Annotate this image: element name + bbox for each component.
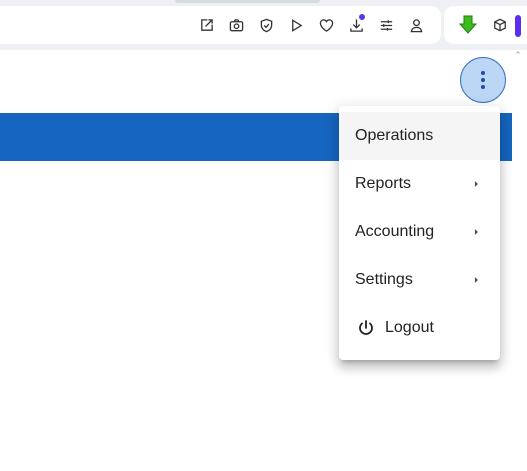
edit-icon[interactable]: [191, 6, 221, 44]
download-icon[interactable]: [341, 6, 371, 44]
user-menu: Operations Reports Accounting Settings L…: [339, 106, 500, 360]
download-badge: [359, 14, 365, 20]
menu-item-label: Operations: [355, 127, 434, 144]
more-vert-icon-dot: [481, 85, 485, 89]
extensions-panel: [444, 6, 527, 44]
power-icon: [359, 320, 373, 335]
scroll-up-arrow-icon[interactable]: ⌃: [513, 50, 523, 60]
profile-icon[interactable]: [401, 6, 431, 44]
purple-bar: [515, 15, 521, 37]
play-icon[interactable]: [281, 6, 311, 44]
address-bar-actions: [191, 6, 431, 44]
menu-item-label: Settings: [355, 271, 413, 288]
menu-item-label: Logout: [385, 319, 434, 336]
submenu-arrow-icon: [475, 181, 478, 187]
heart-icon[interactable]: [311, 6, 341, 44]
submenu-arrow-icon: [475, 229, 478, 235]
menu-item-logout[interactable]: Logout: [339, 304, 500, 352]
browser-toolbar: [0, 0, 527, 50]
address-bar[interactable]: [0, 6, 441, 44]
more-vert-icon: [481, 71, 485, 75]
menu-item-operations[interactable]: Operations: [339, 112, 500, 160]
camera-icon[interactable]: [221, 6, 251, 44]
more-vert-button[interactable]: [460, 57, 506, 103]
menu-item-label: Reports: [355, 175, 412, 192]
tab-edge: [175, 0, 320, 3]
shield-icon[interactable]: [251, 6, 281, 44]
menu-item-accounting[interactable]: Accounting: [339, 208, 500, 256]
sliders-icon[interactable]: [371, 6, 401, 44]
more-vert-icon-dot: [481, 78, 485, 82]
green-download-arrow-icon[interactable]: [456, 6, 480, 44]
menu-item-reports[interactable]: Reports: [339, 160, 500, 208]
submenu-arrow-icon: [475, 277, 478, 283]
menu-item-label: Accounting: [355, 223, 435, 240]
cube-icon[interactable]: [490, 6, 510, 44]
menu-item-settings[interactable]: Settings: [339, 256, 500, 304]
